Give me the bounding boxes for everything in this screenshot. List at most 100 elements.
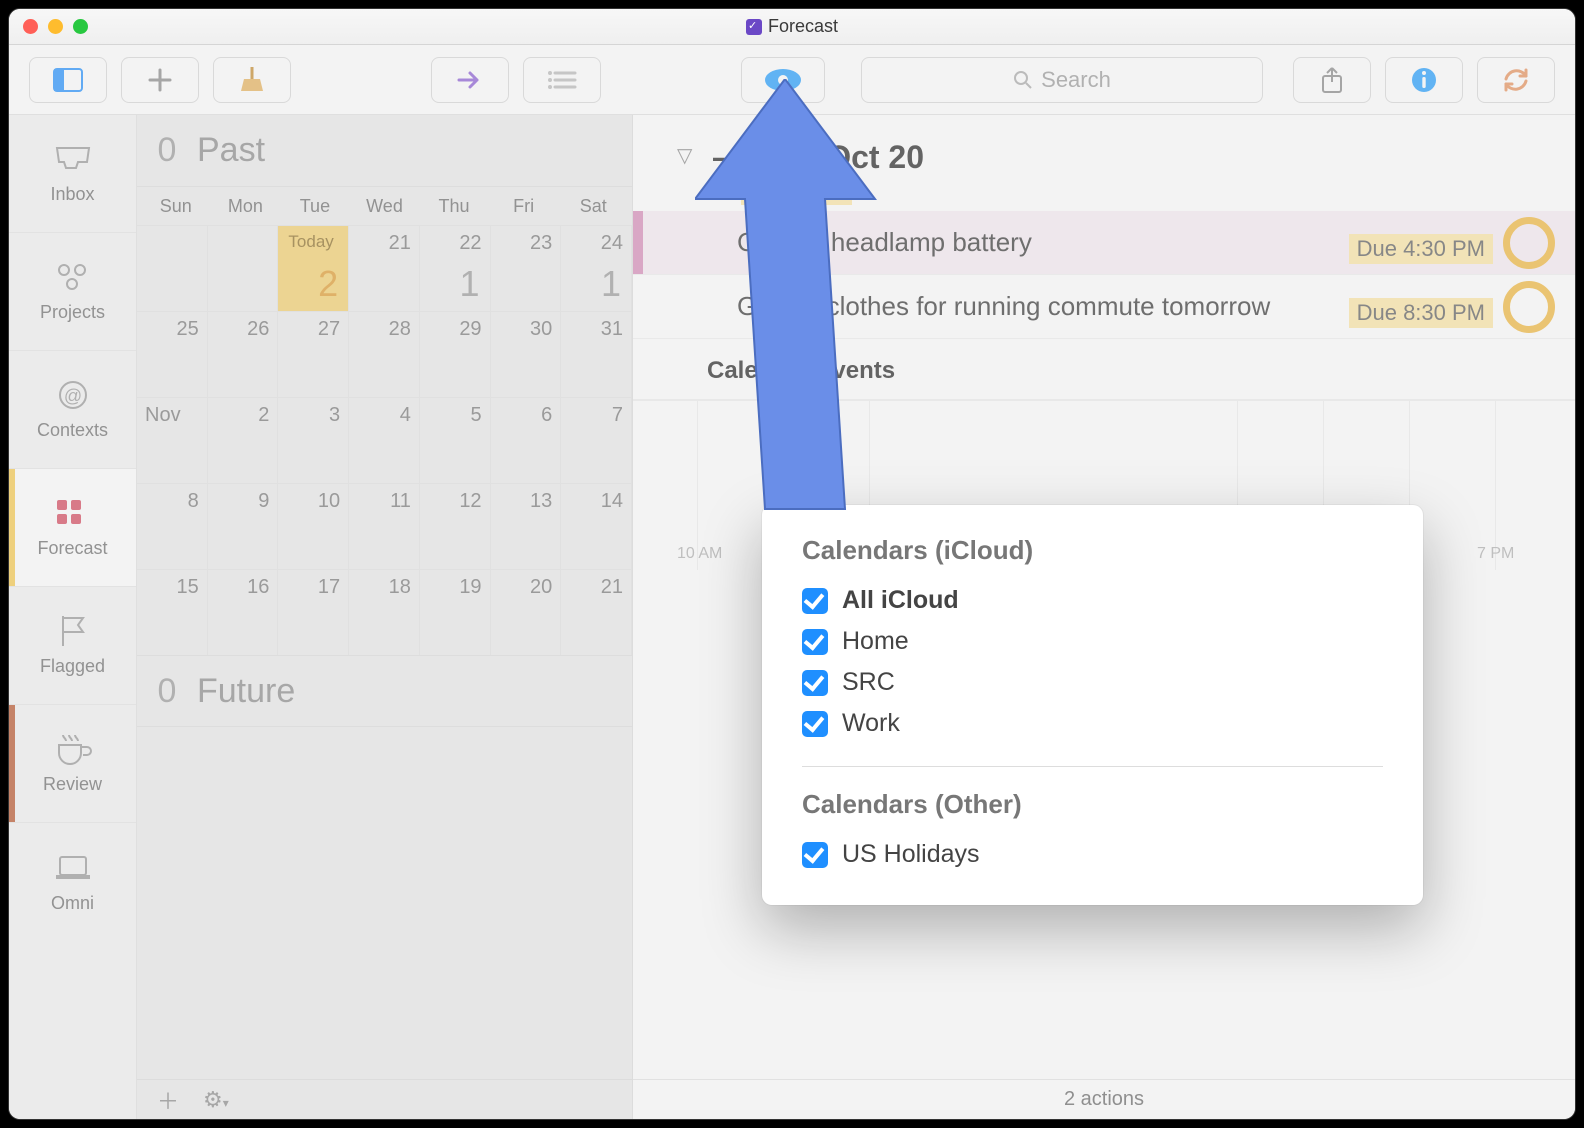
checkbox-checked-icon[interactable] [802,588,828,614]
laptop-icon [53,851,93,885]
cleanup-button[interactable] [213,57,291,103]
cal-cell[interactable]: 15 [137,569,208,655]
future-count: 0 [137,672,197,711]
cal-cell[interactable]: 21 [561,569,632,655]
cal-cell[interactable]: 13 [491,483,562,569]
calendar-checkbox-row[interactable]: Home [802,621,1383,662]
cal-cell[interactable]: 29 [420,311,491,397]
list-view-button[interactable] [523,57,601,103]
future-row[interactable]: 0 Future [137,655,632,727]
tab-omni[interactable]: Omni [9,823,136,941]
tab-label: Omni [51,893,94,914]
tab-label: Flagged [40,656,105,677]
cal-cell[interactable]: 241 [561,225,632,311]
calendar-checkbox-row[interactable]: Work [802,703,1383,744]
sync-button[interactable] [1477,57,1555,103]
tab-label: Forecast [37,538,107,559]
cal-cell[interactable]: 12 [420,483,491,569]
window-minimize-button[interactable] [48,19,63,34]
search-field[interactable]: Search [861,57,1263,103]
cal-cell[interactable]: 5 [420,397,491,483]
past-label: Past [197,131,265,170]
share-button[interactable] [1293,57,1371,103]
calendar-checkbox-row[interactable]: SRC [802,662,1383,703]
cal-cell[interactable]: 9 [208,483,279,569]
cal-cell[interactable]: 20 [491,569,562,655]
tab-flagged[interactable]: Flagged [9,587,136,705]
checkbox-checked-icon[interactable] [802,629,828,655]
toolbar: Search [9,45,1575,115]
cal-cell[interactable]: 21 [349,225,420,311]
action-count: 2 actions [1064,1088,1144,1111]
due-badge: Due 4:30 PM [1349,234,1493,264]
due-badge: Due 8:30 PM [1349,298,1493,328]
cal-cell[interactable]: 23 [491,225,562,311]
checkbox-checked-icon[interactable] [802,670,828,696]
checkbox-checked-icon[interactable] [802,842,828,868]
quick-open-button[interactable] [431,57,509,103]
cal-cell[interactable]: 27 [278,311,349,397]
inbox-icon [53,142,93,176]
cal-cell[interactable]: 30 [491,311,562,397]
cal-cell[interactable]: 25 [137,311,208,397]
past-row[interactable]: 0 Past [137,115,632,187]
calendar-checkbox-row[interactable]: All iCloud [802,580,1383,621]
cal-cell[interactable] [208,225,279,311]
tab-label: Projects [40,302,105,323]
gear-menu-button[interactable]: ⚙︎▾ [203,1087,229,1113]
cal-cell[interactable]: Nov [137,397,208,483]
cal-cell[interactable]: 14 [561,483,632,569]
window-close-button[interactable] [23,19,38,34]
search-placeholder: Search [1041,67,1111,93]
cal-count: 1 [460,263,480,305]
dow-header: Sun Mon Tue Wed Thu Fri Sat [137,187,632,225]
cal-cell[interactable]: 6 [491,397,562,483]
cal-cell-today[interactable]: Today2 [278,225,349,311]
view-options-button[interactable] [741,57,825,103]
new-action-button[interactable] [121,57,199,103]
cal-cell[interactable]: 28 [349,311,420,397]
today-label: Today [288,232,333,252]
cal-cell[interactable]: 221 [420,225,491,311]
cal-cell[interactable]: 11 [349,483,420,569]
task-row[interactable]: Chxxxe headlamp battery Due 4:30 PM [633,211,1575,275]
inspector-button[interactable] [1385,57,1463,103]
status-circle[interactable] [1503,217,1555,269]
checkbox-checked-icon[interactable] [802,711,828,737]
status-circle[interactable] [1503,281,1555,333]
disclosure-triangle-icon[interactable]: ▽ [677,143,692,168]
cal-count: 1 [601,263,621,305]
forecast-sidebar: 0 Past Sun Mon Tue Wed Thu Fri Sat Today… [137,115,633,1119]
cal-cell[interactable]: 2 [208,397,279,483]
cal-cell[interactable] [137,225,208,311]
add-button[interactable]: ＋ [157,1084,179,1116]
tab-projects[interactable]: Projects [9,233,136,351]
cal-cell[interactable]: 18 [349,569,420,655]
calendar-checkbox-row[interactable]: US Holidays [802,834,1383,875]
coffee-icon [53,732,93,766]
cal-cell[interactable]: 26 [208,311,279,397]
cal-cell[interactable]: 3 [278,397,349,483]
task-row[interactable]: Gathxx clothes for running commute tomor… [633,275,1575,339]
cal-cell[interactable]: 10 [278,483,349,569]
cal-cell[interactable]: 31 [561,311,632,397]
tab-contexts[interactable]: @ Contexts [9,351,136,469]
tab-inbox[interactable]: Inbox [9,115,136,233]
cal-cell[interactable]: 17 [278,569,349,655]
time-label: 10 AM [677,545,722,563]
cal-cell[interactable]: 19 [420,569,491,655]
window-zoom-button[interactable] [73,19,88,34]
cal-cell[interactable]: 8 [137,483,208,569]
future-label: Future [197,672,295,711]
toggle-sidebar-button[interactable] [29,57,107,103]
cal-cell[interactable]: 7 [561,397,632,483]
tab-label: Inbox [50,184,94,205]
task-context-stripe [633,211,643,274]
tab-review[interactable]: Review [9,705,136,823]
calendar-events-heading: Calendar Events [633,339,1575,400]
divider [802,766,1383,767]
cal-cell[interactable]: 4 [349,397,420,483]
status-bar: 2 actions [633,1079,1575,1119]
cal-cell[interactable]: 16 [208,569,279,655]
tab-forecast[interactable]: Forecast [9,469,136,587]
